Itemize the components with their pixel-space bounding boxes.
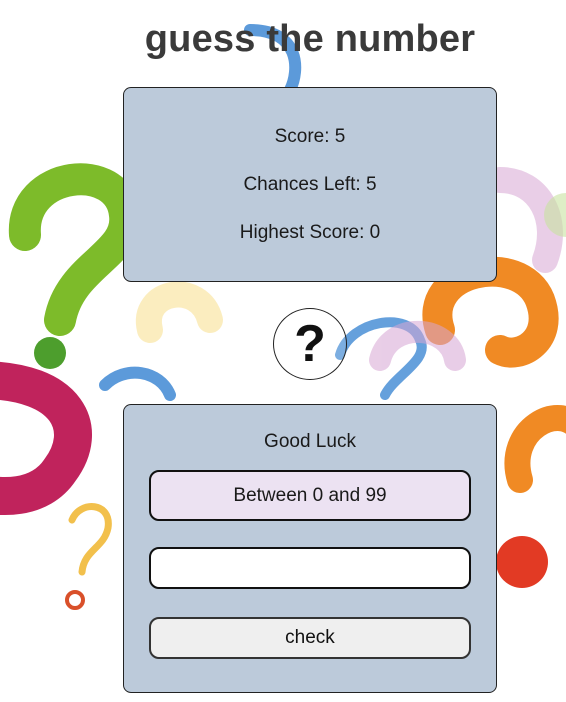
game-card: Good Luck Between 0 and 99 check (123, 404, 497, 693)
chances-left-text: Chances Left: 5 (243, 174, 377, 195)
highest-score-text: Highest Score: 0 (239, 222, 381, 243)
score-card: Score: 5 Chances Left: 5 Highest Score: … (123, 87, 497, 282)
page: guess the number Score: 5 Chances Left: … (0, 0, 566, 702)
check-button[interactable]: check (149, 617, 471, 659)
status-message: Good Luck (264, 431, 356, 452)
range-hint: Between 0 and 99 (149, 470, 471, 521)
mystery-number-circle: ? (273, 308, 347, 380)
guess-input[interactable] (149, 547, 471, 589)
score-text: Score: 5 (274, 126, 346, 147)
page-title: guess the number (144, 18, 476, 60)
